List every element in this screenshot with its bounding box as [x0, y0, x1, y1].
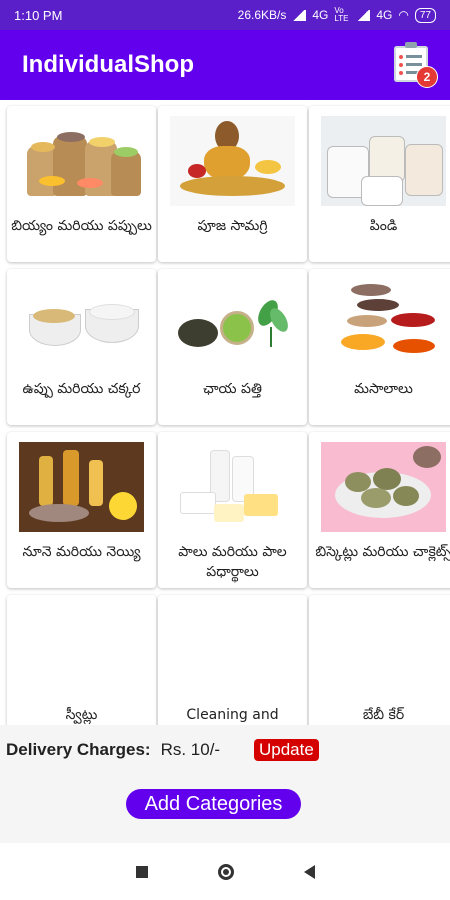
category-label: మసాలాలు	[354, 381, 413, 397]
oil-ghee-image	[19, 442, 144, 532]
category-card-pooja[interactable]: పూజ సామగ్రి	[158, 106, 307, 262]
category-label: స్వీట్లు	[65, 707, 98, 723]
system-nav-bar	[0, 843, 450, 900]
category-label: Cleaning and	[186, 707, 279, 723]
category-label: ఛాయ పత్తి	[203, 381, 262, 397]
network-speed: 26.6KB/s	[237, 8, 287, 22]
biscuits-image	[321, 442, 446, 532]
category-card-sweets[interactable]: స్వీట్లు	[7, 595, 156, 725]
app-bar: IndividualShop 2	[0, 30, 450, 100]
category-label: బేబీ కేర్	[362, 707, 405, 723]
recent-apps-icon[interactable]	[135, 865, 148, 878]
category-card-rice-pulses[interactable]: బియ్యం మరియు పప్పులు	[7, 106, 156, 262]
tea-leaves-image	[170, 279, 295, 369]
category-card-dairy[interactable]: పాలు మరియు పాల పధార్థాలు	[158, 432, 307, 588]
category-card-spices[interactable]: మసాలాలు	[309, 269, 450, 425]
signal-icon	[292, 9, 307, 21]
bottom-panel: Delivery Charges: Rs. 10/- Update Add Ca…	[0, 725, 450, 843]
delivery-charges-row: Delivery Charges: Rs. 10/-	[6, 740, 220, 760]
signal-icon-2	[356, 9, 371, 21]
category-label: పిండి	[369, 218, 398, 234]
cart-button[interactable]: 2	[394, 42, 438, 88]
delivery-charges-label: Delivery Charges:	[6, 740, 151, 759]
wifi-icon: ◠	[398, 8, 409, 22]
category-label: పాలు మరియు పాల పధార్థాలు	[178, 544, 287, 580]
category-card-cleaning[interactable]: Cleaning and	[158, 595, 307, 725]
category-card-salt-sugar[interactable]: ఉప్పు మరియు చక్కర	[7, 269, 156, 425]
network-type-2: 4G	[376, 8, 393, 22]
battery-icon: 77	[414, 7, 436, 23]
category-card-oil-ghee[interactable]: నూనె మరియు నెయ్యి	[7, 432, 156, 588]
category-label: పూజ సామగ్రి	[197, 218, 268, 234]
category-card-biscuits[interactable]: బిస్కెట్లు మరియు చాక్లెట్స్	[309, 432, 450, 588]
salt-sugar-image	[19, 279, 144, 369]
category-label: బిస్కెట్లు మరియు చాక్లెట్స్	[315, 544, 450, 560]
status-time: 1:10 PM	[14, 7, 63, 23]
app-title: IndividualShop	[22, 51, 194, 78]
grains-sacks-image	[19, 116, 144, 206]
status-icons: 26.6KB/s 4G Vo LTE 4G ◠ 77	[238, 7, 436, 23]
dairy-products-image	[170, 442, 295, 532]
spice-spoons-image	[321, 279, 446, 369]
category-label: బియ్యం మరియు పప్పులు	[11, 218, 152, 234]
cart-count-badge: 2	[416, 66, 438, 88]
category-grid: బియ్యం మరియు పప్పులు పూజ సామగ్రి పిండి ఉ…	[0, 100, 450, 725]
category-label: నూనె మరియు నెయ్యి	[22, 544, 141, 560]
network-type-1: 4G	[312, 8, 329, 22]
category-card-baby-care[interactable]: బేబీ కేర్	[309, 595, 450, 725]
category-card-tea[interactable]: ఛాయ పత్తి	[158, 269, 307, 425]
add-categories-button[interactable]: Add Categories	[126, 789, 301, 819]
home-icon[interactable]	[217, 863, 234, 880]
back-icon[interactable]	[303, 864, 315, 879]
volte-label: Vo LTE	[334, 6, 349, 23]
delivery-charges-value: Rs. 10/-	[160, 740, 221, 759]
status-bar: 1:10 PM 26.6KB/s 4G Vo LTE 4G ◠ 77	[0, 0, 450, 30]
pooja-items-image	[170, 116, 295, 206]
category-card-flour[interactable]: పిండి	[309, 106, 450, 262]
flour-jars-image	[321, 116, 446, 206]
update-button[interactable]: Update	[254, 739, 319, 761]
category-label: ఉప్పు మరియు చక్కర	[22, 381, 141, 397]
